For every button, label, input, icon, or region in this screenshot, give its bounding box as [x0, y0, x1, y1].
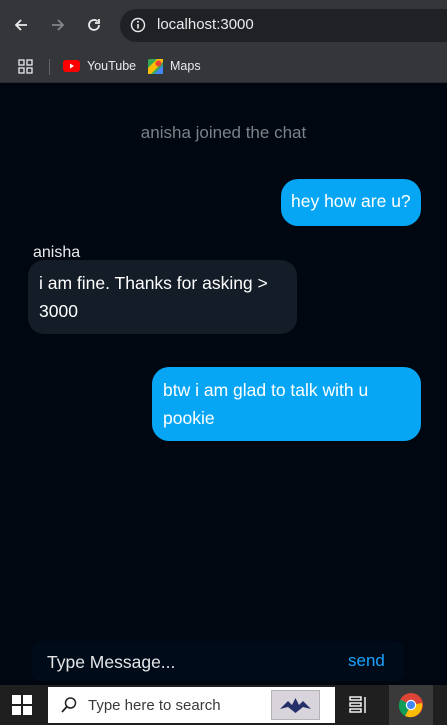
taskbar: Type here to search — [0, 685, 447, 725]
windows-start-icon[interactable] — [12, 695, 32, 715]
search-placeholder: Type here to search — [88, 697, 221, 714]
message-composer: send — [32, 641, 404, 681]
forward-button[interactable] — [45, 12, 71, 38]
join-notification: anisha joined the chat — [140, 123, 307, 142]
maps-icon — [148, 58, 163, 74]
bookmark-label: Maps — [170, 59, 201, 73]
back-arrow-icon — [14, 19, 27, 31]
apps-grid-icon — [18, 58, 33, 74]
search-icon — [61, 697, 77, 713]
browser-toolbar: localhost:3000 — [0, 0, 447, 50]
bookmark-maps[interactable]: Maps — [148, 55, 201, 77]
outgoing-message: hey how are u? — [281, 179, 421, 226]
bookmark-separator — [49, 59, 50, 75]
send-button[interactable]: send — [348, 651, 385, 671]
chat-window: anisha joined the chat hey how are u? an… — [0, 83, 447, 685]
search-highlight-image[interactable] — [271, 690, 320, 720]
task-view-icon[interactable] — [348, 696, 368, 714]
reload-icon — [88, 19, 100, 31]
bat-emblem-icon — [272, 691, 319, 719]
outgoing-message: btw i am glad to talk with u pookie — [152, 367, 421, 441]
chrome-taskbar-button[interactable] — [389, 685, 433, 725]
youtube-icon — [63, 60, 80, 72]
reload-button[interactable] — [81, 12, 107, 38]
forward-arrow-icon — [52, 19, 65, 31]
url-text: localhost:3000 — [157, 16, 254, 33]
incoming-message: i am fine. Thanks for asking > 3000 — [28, 260, 297, 334]
back-button[interactable] — [8, 12, 34, 38]
bookmark-label: YouTube — [87, 59, 137, 73]
site-info-icon[interactable] — [130, 17, 146, 33]
bookmarks-bar: YouTube Maps — [0, 50, 447, 83]
chrome-icon — [398, 693, 423, 718]
message-input[interactable] — [47, 650, 317, 674]
apps-button[interactable] — [18, 55, 33, 77]
bookmark-youtube[interactable]: YouTube — [63, 55, 136, 77]
address-bar[interactable]: localhost:3000 — [120, 9, 447, 42]
